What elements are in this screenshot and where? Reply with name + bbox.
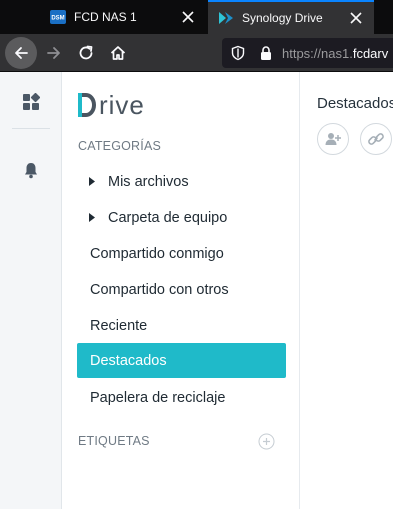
drive-logo-mark bbox=[78, 93, 96, 117]
notifications-button[interactable] bbox=[21, 160, 41, 180]
nav-item-mis-archivos[interactable]: Mis archivos bbox=[77, 164, 286, 199]
add-user-icon bbox=[325, 133, 341, 145]
arrow-right-icon bbox=[47, 47, 60, 59]
nav-item-carpeta-de-equipo[interactable]: Carpeta de equipo bbox=[77, 200, 286, 235]
back-button[interactable] bbox=[5, 37, 37, 69]
nav-item-compartido-con-otros[interactable]: Compartido con otros bbox=[77, 272, 286, 307]
browser-tab-bar: DSM FCD NAS 1 Synology Drive bbox=[0, 0, 393, 34]
rail-divider bbox=[12, 128, 50, 129]
forward-button[interactable] bbox=[38, 37, 70, 69]
nav-item-papelera-de-reciclaje[interactable]: Papelera de reciclaje bbox=[77, 380, 286, 415]
svg-text:DSM: DSM bbox=[51, 16, 64, 22]
reload-icon bbox=[79, 45, 93, 60]
browser-tab-synology-drive[interactable]: Synology Drive bbox=[208, 0, 374, 34]
home-icon bbox=[110, 46, 126, 60]
url-prefix: https://nas1. bbox=[282, 46, 353, 61]
synology-drive-icon bbox=[219, 12, 233, 24]
nav-item-label: Compartido conmigo bbox=[90, 245, 224, 262]
main-panel: Destacados bbox=[301, 72, 393, 509]
reload-button[interactable] bbox=[70, 37, 102, 69]
logo-text: rive bbox=[99, 89, 145, 120]
tags-heading: ETIQUETAS bbox=[78, 434, 150, 448]
dsm-icon: DSM bbox=[50, 10, 66, 24]
link-icon bbox=[368, 133, 384, 145]
lock-icon[interactable] bbox=[258, 45, 274, 61]
url-text: https://nas1.fcdarv bbox=[282, 46, 388, 61]
url-bar[interactable]: https://nas1.fcdarv bbox=[222, 38, 393, 68]
nav-item-label: Mis archivos bbox=[108, 173, 189, 190]
caret-right-icon[interactable] bbox=[89, 213, 101, 222]
nav-item-reciente[interactable]: Reciente bbox=[77, 308, 286, 343]
dashboard-icon bbox=[23, 93, 40, 110]
sidebar: rive CATEGORÍAS Mis archivos Carpeta de … bbox=[62, 72, 300, 509]
nav-item-destacados[interactable]: Destacados bbox=[77, 343, 286, 378]
close-icon[interactable] bbox=[348, 10, 364, 26]
nav-item-compartido-conmigo[interactable]: Compartido conmigo bbox=[77, 236, 286, 271]
tab-title: FCD NAS 1 bbox=[74, 10, 137, 24]
dashboard-button[interactable] bbox=[21, 92, 41, 112]
close-icon[interactable] bbox=[180, 9, 196, 25]
categories-heading: CATEGORÍAS bbox=[78, 139, 162, 153]
app-icon-rail bbox=[0, 72, 62, 509]
nav-item-label: Reciente bbox=[90, 317, 148, 334]
tab-title: Synology Drive bbox=[242, 11, 323, 25]
share-with-user-button[interactable] bbox=[317, 123, 349, 155]
nav-item-label: Carpeta de equipo bbox=[108, 209, 228, 226]
drive-logo: rive bbox=[78, 90, 145, 120]
nav-item-label: Compartido con otros bbox=[90, 281, 229, 298]
home-button[interactable] bbox=[102, 37, 134, 69]
url-domain: fcdarv bbox=[352, 46, 389, 61]
share-link-button[interactable] bbox=[360, 123, 392, 155]
arrow-left-icon bbox=[15, 47, 28, 59]
page-title: Destacados bbox=[317, 95, 393, 112]
shield-icon[interactable] bbox=[230, 45, 246, 61]
bell-icon bbox=[25, 163, 37, 179]
nav-item-label: Destacados bbox=[90, 352, 167, 369]
nav-item-label: Papelera de reciclaje bbox=[90, 389, 226, 406]
browser-tab-fcd-nas[interactable]: DSM FCD NAS 1 bbox=[40, 0, 206, 34]
caret-right-icon[interactable] bbox=[89, 177, 101, 186]
browser-toolbar: https://nas1.fcdarv bbox=[0, 34, 393, 72]
add-tag-plus-icon[interactable] bbox=[258, 433, 275, 450]
